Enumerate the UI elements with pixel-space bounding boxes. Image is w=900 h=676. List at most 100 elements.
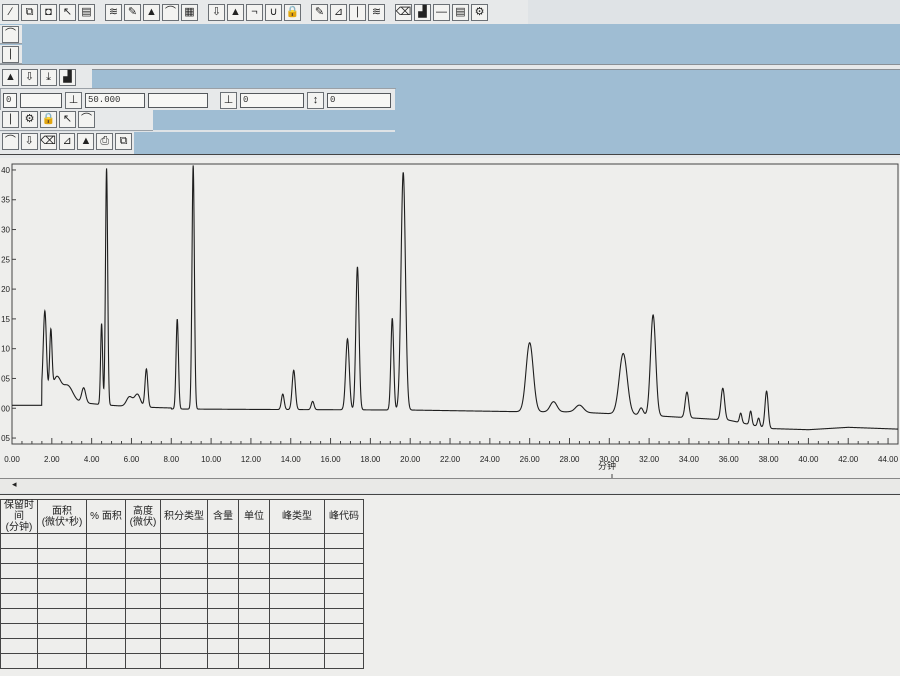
peak-width-icon[interactable]: ↕ — [307, 91, 324, 109]
column-header[interactable]: 保留时间 (分钟) — [0, 499, 38, 534]
table-cell[interactable] — [324, 638, 364, 654]
table-cell[interactable] — [324, 623, 364, 639]
table-cell[interactable] — [160, 533, 208, 549]
table-row[interactable] — [0, 608, 364, 624]
table-cell[interactable] — [324, 653, 364, 669]
column-header[interactable]: 含量 — [207, 499, 239, 534]
table-cell[interactable] — [0, 638, 38, 654]
chart-d-icon[interactable]: ⌒ — [78, 111, 95, 128]
table-row[interactable] — [0, 578, 364, 594]
table-cell[interactable] — [207, 548, 239, 564]
table-cell[interactable] — [125, 653, 161, 669]
table-cell[interactable] — [207, 653, 239, 669]
table-cell[interactable] — [269, 533, 325, 549]
table-row[interactable] — [0, 623, 364, 639]
table-cell[interactable] — [160, 653, 208, 669]
table-cell[interactable] — [238, 593, 270, 609]
table-cell[interactable] — [238, 563, 270, 579]
chart-e-icon[interactable]: ⇩ — [20, 133, 38, 150]
copy-icon[interactable]: — — [433, 3, 450, 21]
table-cell[interactable] — [0, 593, 38, 609]
report-icon[interactable]: ∪ — [265, 3, 282, 21]
table-cell[interactable] — [37, 578, 87, 594]
lock-icon[interactable]: ▤ — [452, 3, 469, 21]
doc2-icon[interactable]: ↖ — [59, 111, 76, 128]
table-row[interactable] — [0, 653, 364, 669]
slash-icon[interactable]: ⌒ — [2, 133, 19, 150]
table-cell[interactable] — [0, 578, 38, 594]
table-cell[interactable] — [37, 563, 87, 579]
chart-c-icon[interactable]: ▟ — [59, 69, 76, 86]
table-cell[interactable] — [207, 533, 239, 549]
table-cell[interactable] — [324, 563, 364, 579]
pen-a-icon[interactable]: ⌫ — [39, 133, 57, 150]
pen-b-icon[interactable]: ⊿ — [58, 133, 76, 150]
table-cell[interactable] — [125, 578, 161, 594]
table-cell[interactable] — [207, 593, 239, 609]
table-cell[interactable] — [86, 638, 126, 654]
table-cell[interactable] — [207, 623, 239, 639]
table-cell[interactable] — [37, 638, 87, 654]
peak-end-icon[interactable]: ≋ — [105, 3, 122, 21]
column-header[interactable]: % 面积 — [86, 499, 126, 534]
table-row[interactable] — [0, 563, 364, 579]
chart-a-icon[interactable]: ⇩ — [21, 69, 38, 86]
table-cell[interactable] — [238, 653, 270, 669]
table-cell[interactable] — [207, 563, 239, 579]
table-icon[interactable]: ∣ — [349, 3, 366, 21]
chart-b-icon[interactable]: ⤓ — [40, 69, 57, 86]
baseline-icon[interactable]: ✎ — [124, 3, 141, 21]
export-icon[interactable]: ⌫ — [395, 3, 412, 21]
column-header[interactable]: 高度 (微伏) — [125, 499, 161, 534]
table-cell[interactable] — [0, 533, 38, 549]
table-cell[interactable] — [269, 623, 325, 639]
table-cell[interactable] — [37, 548, 87, 564]
table-cell[interactable] — [125, 548, 161, 564]
view-icon[interactable]: ⊿ — [330, 3, 347, 21]
table-row[interactable] — [0, 638, 364, 654]
select-icon[interactable]: ∕ — [2, 3, 19, 21]
peak-start-icon[interactable]: ▤ — [78, 3, 95, 21]
table-cell[interactable] — [269, 608, 325, 624]
table-cell[interactable] — [207, 608, 239, 624]
table-cell[interactable] — [269, 578, 325, 594]
pen-c-icon[interactable]: ▲ — [77, 133, 95, 150]
doc-icon[interactable]: 🔒 — [40, 111, 57, 128]
split-icon[interactable]: ▲ — [143, 3, 160, 21]
table-cell[interactable] — [160, 638, 208, 654]
table-cell[interactable] — [269, 593, 325, 609]
table-row[interactable] — [0, 533, 364, 549]
left-icon[interactable]: ∣ — [2, 111, 19, 128]
zoom-icon[interactable]: ◘ — [40, 3, 57, 21]
table-cell[interactable] — [86, 608, 126, 624]
pen-d-icon[interactable]: ⎙ — [96, 133, 114, 150]
table-cell[interactable] — [160, 623, 208, 639]
threshold-icon[interactable]: ⊥ — [65, 91, 82, 109]
table-cell[interactable] — [160, 578, 208, 594]
peak-icon[interactable]: ↖ — [59, 3, 76, 21]
table-cell[interactable] — [37, 623, 87, 639]
table-cell[interactable] — [86, 578, 126, 594]
table-cell[interactable] — [86, 593, 126, 609]
column-header[interactable]: 积分类型 — [160, 499, 208, 534]
table-cell[interactable] — [269, 563, 325, 579]
calibrate-icon[interactable]: 🔒 — [284, 3, 301, 21]
horizontal-scrollbar[interactable]: ◂ — [0, 478, 900, 493]
table-cell[interactable] — [86, 548, 126, 564]
table-cell[interactable] — [160, 608, 208, 624]
peak-height-icon[interactable]: ⊥ — [220, 91, 237, 109]
table-cell[interactable] — [125, 563, 161, 579]
table-cell[interactable] — [125, 593, 161, 609]
table-cell[interactable] — [37, 608, 87, 624]
table-cell[interactable] — [324, 533, 364, 549]
table-cell[interactable] — [0, 623, 38, 639]
table-cell[interactable] — [160, 593, 208, 609]
pin-icon[interactable]: ▲ — [2, 69, 19, 86]
print-icon[interactable]: ✎ — [311, 3, 328, 21]
table-cell[interactable] — [125, 608, 161, 624]
scroll-left-icon[interactable]: ◂ — [12, 479, 17, 490]
table-cell[interactable] — [269, 548, 325, 564]
column-header[interactable]: 峰代码 — [324, 499, 364, 534]
table-cell[interactable] — [125, 533, 161, 549]
tangent-icon[interactable]: ▲ — [227, 3, 244, 21]
